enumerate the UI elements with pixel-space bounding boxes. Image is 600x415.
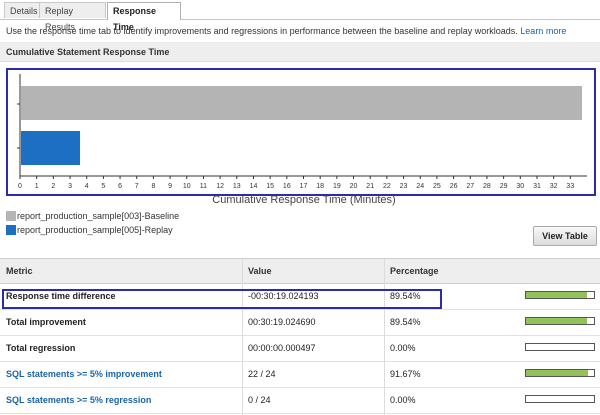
metric-percentage: 0.00%: [390, 343, 416, 353]
chart-legend: report_production_sample[003]-Baseline r…: [6, 210, 179, 238]
percentage-bar: [525, 395, 595, 403]
tab-replay-results[interactable]: Replay Results: [39, 2, 106, 32]
metrics-table: Metric Value Percentage Response time di…: [0, 258, 600, 415]
x-tick-label: 4: [85, 183, 89, 190]
legend-label-replay: report_production_sample[005]-Replay: [17, 225, 173, 235]
x-tick-label: 22: [383, 183, 391, 190]
x-tick-label: 8: [151, 183, 155, 190]
metric-name: Total regression: [6, 343, 76, 353]
metric-name: Response time difference: [6, 291, 116, 301]
header-value: Value: [248, 266, 272, 276]
tab-response-time[interactable]: Response Time: [107, 2, 181, 32]
x-tick-label: 31: [533, 183, 541, 190]
x-tick-label: 33: [566, 183, 574, 190]
x-tick-label: 32: [550, 183, 558, 190]
percentage-bar: [525, 343, 595, 351]
chart-svg: 0 1 2 3 4 5 6 7 8 9 10 11 12 13 14 15 16 17 18 19 20 21 22 23 24…: [17, 74, 587, 206]
x-tick-label: 23: [400, 183, 408, 190]
x-tick-label: 30: [516, 183, 524, 190]
x-tick-label: 9: [168, 183, 172, 190]
percentage-bar: [525, 369, 595, 377]
percentage-bar: [525, 291, 595, 299]
x-tick-label: 28: [483, 183, 491, 190]
column-divider: [384, 259, 385, 415]
tab-details[interactable]: Details: [4, 2, 42, 18]
metric-value: -00:30:19.024193: [248, 291, 319, 301]
x-tick-label: 16: [283, 183, 291, 190]
metric-value: 0 / 24: [248, 395, 271, 405]
x-tick-label: 29: [500, 183, 508, 190]
x-tick-label: 6: [118, 183, 122, 190]
x-tick-label: 17: [300, 183, 308, 190]
x-tick-label: 3: [68, 183, 72, 190]
x-tick-label: 11: [200, 183, 207, 190]
column-divider: [242, 259, 243, 415]
metric-percentage: 89.54%: [390, 291, 421, 301]
table-header: Metric Value Percentage: [0, 259, 600, 284]
learn-more-link[interactable]: Learn more: [520, 26, 566, 36]
x-tick-label: 26: [450, 183, 458, 190]
metric-name[interactable]: SQL statements >= 5% improvement: [0, 362, 242, 386]
intro-text: Use the response time tab to identify im…: [6, 26, 566, 36]
percentage-bar-fill: [526, 292, 587, 298]
view-table-button[interactable]: View Table: [533, 226, 597, 246]
percentage-bar: [525, 317, 595, 325]
metric-percentage: 0.00%: [390, 395, 416, 405]
table-row: Total regression 00:00:00.000497 0.00%: [0, 336, 600, 362]
header-metric: Metric: [6, 266, 33, 276]
table-row: SQL statements >= 5% regression 0 / 24 0.0…: [0, 388, 600, 414]
response-time-chart: 0 1 2 3 4 5 6 7 8 9 10 11 12 13 14 15 16 17 18 19 20 21 22 23 24…: [0, 62, 600, 210]
x-tick-label: 15: [266, 183, 274, 190]
x-tick-label: 19: [333, 183, 341, 190]
x-tick-label: 12: [216, 183, 224, 190]
x-tick-label: 24: [416, 183, 424, 190]
metric-percentage: 91.67%: [390, 369, 421, 379]
x-tick-label: 5: [101, 183, 105, 190]
bar-baseline: [21, 86, 582, 120]
intro-description: Use the response time tab to identify im…: [6, 26, 518, 36]
table-row: Total improvement 00:30:19.024690 89.54%: [0, 310, 600, 336]
legend-item-baseline: report_production_sample[003]-Baseline: [6, 210, 179, 224]
x-axis-label: Cumulative Response Time (Minutes): [212, 194, 395, 206]
x-tick-label: 7: [135, 183, 139, 190]
metric-value: 00:30:19.024690: [248, 317, 316, 327]
x-tick-label: 14: [250, 183, 258, 190]
x-tick-label: 2: [51, 183, 55, 190]
x-tick-label: 1: [35, 183, 39, 190]
legend-item-replay: report_production_sample[005]-Replay: [6, 224, 179, 238]
metric-value: 22 / 24: [248, 369, 276, 379]
x-tick-label: 20: [350, 183, 358, 190]
header-percentage: Percentage: [390, 266, 439, 276]
x-tick-label: 21: [366, 183, 374, 190]
x-tick-label: 13: [233, 183, 241, 190]
table-row: SQL statements >= 5% improvement 22 / 24 9…: [0, 362, 600, 388]
table-row: Response time difference -00:30:19.024193…: [0, 284, 600, 310]
x-tick-label: 10: [183, 183, 191, 190]
percentage-bar-fill: [526, 318, 587, 324]
chart-section-title: Cumulative Statement Response Time: [0, 42, 600, 62]
legend-swatch-replay: [6, 225, 16, 235]
x-tick-label: 18: [316, 183, 324, 190]
metric-percentage: 89.54%: [390, 317, 421, 327]
tab-bar: Details Replay Results Response Time: [0, 0, 600, 32]
legend-label-baseline: report_production_sample[003]-Baseline: [17, 211, 180, 221]
percentage-bar-fill: [526, 370, 589, 376]
x-tick-label: 0: [18, 183, 22, 190]
x-tick-label: 27: [466, 183, 474, 190]
metric-value: 00:00:00.000497: [248, 343, 316, 353]
metric-name: Total improvement: [6, 317, 86, 327]
legend-swatch-baseline: [6, 211, 16, 221]
metric-name[interactable]: SQL statements >= 5% regression: [0, 388, 242, 412]
bar-replay: [21, 131, 81, 165]
x-tick-label: 25: [433, 183, 441, 190]
